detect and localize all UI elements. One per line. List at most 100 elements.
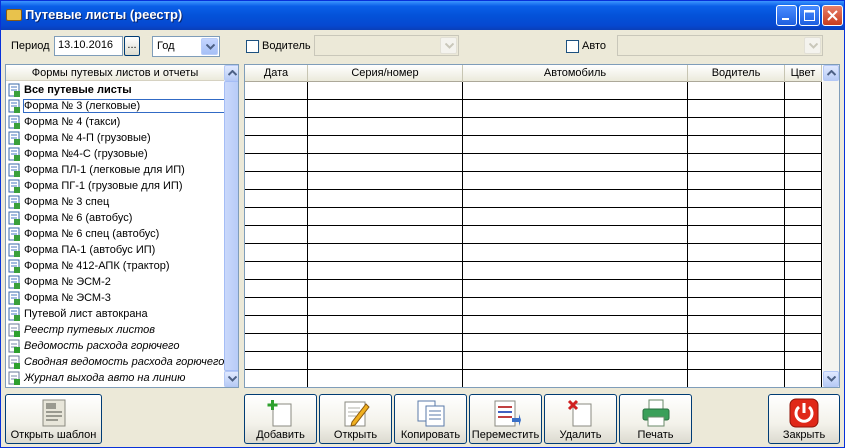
- forms-list-item[interactable]: Все путевые листы: [6, 82, 224, 98]
- forms-list-item[interactable]: Форма № ЭСМ-3: [6, 290, 224, 306]
- table-row[interactable]: [245, 118, 822, 136]
- forms-list-item-label: Форма ПЛ-1 (легковые для ИП): [24, 164, 185, 176]
- column-date[interactable]: Дата: [245, 65, 308, 82]
- forms-list-item-label: Форма № 4 (такси): [24, 116, 121, 128]
- chevron-down-icon[interactable]: [201, 38, 218, 55]
- form-document-icon: [8, 243, 20, 257]
- grid-column-line: [307, 82, 308, 387]
- template-icon: [42, 399, 65, 427]
- forms-list-item[interactable]: Путевой лист автокрана: [6, 306, 224, 322]
- table-row[interactable]: [245, 334, 822, 352]
- add-button[interactable]: Добавить: [244, 394, 317, 444]
- date-picker-button[interactable]: ...: [124, 36, 140, 56]
- delete-button[interactable]: Удалить: [544, 394, 617, 444]
- forms-list-item[interactable]: Форма № 6 спец (автобус): [6, 226, 224, 242]
- open-template-button[interactable]: Открыть шаблон: [5, 394, 102, 444]
- chevron-down-icon[interactable]: [804, 37, 821, 54]
- auto-checkbox[interactable]: [566, 40, 579, 53]
- chevron-down-icon[interactable]: [440, 37, 457, 54]
- forms-list-item[interactable]: Форма ПА-1 (автобус ИП): [6, 242, 224, 258]
- print-button[interactable]: Печать: [619, 394, 692, 444]
- table-row[interactable]: [245, 208, 822, 226]
- forms-list-item[interactable]: Форма № 6 (автобус): [6, 210, 224, 226]
- forms-list-item[interactable]: Форма ПЛ-1 (легковые для ИП): [6, 162, 224, 178]
- forms-list-item[interactable]: Форма ПГ-1 (грузовые для ИП): [6, 178, 224, 194]
- forms-list-item-label: Форма №4-С (грузовые): [24, 148, 148, 160]
- minimize-icon: [782, 18, 789, 20]
- column-color[interactable]: Цвет: [785, 65, 822, 82]
- table-row[interactable]: [245, 100, 822, 118]
- forms-list-item[interactable]: Сводная ведомость расхода горючего: [6, 354, 224, 370]
- forms-list-item[interactable]: Форма № 3 спец: [6, 194, 224, 210]
- scroll-up-button[interactable]: [224, 65, 238, 81]
- forms-list-item[interactable]: Реестр путевых листов: [6, 322, 224, 338]
- table-row[interactable]: [245, 154, 822, 172]
- forms-list-item[interactable]: Форма № 4-П (грузовые): [6, 130, 224, 146]
- scroll-down-button[interactable]: [823, 371, 839, 387]
- forms-list-item-label: Форма № 6 спец (автобус): [24, 228, 160, 240]
- form-document-icon: [8, 131, 20, 145]
- period-label: Период: [11, 40, 50, 52]
- forms-list-item[interactable]: Форма №4-С (грузовые): [6, 146, 224, 162]
- chevron-down-icon: [228, 376, 237, 382]
- title-bar[interactable]: Путевые листы (реестр): [1, 1, 844, 30]
- driver-select[interactable]: [314, 35, 459, 56]
- forms-list-item[interactable]: Форма № 4 (такси): [6, 114, 224, 130]
- form-document-icon: [8, 163, 20, 177]
- table-row[interactable]: [245, 316, 822, 334]
- table-row[interactable]: [245, 244, 822, 262]
- table-row[interactable]: [245, 190, 822, 208]
- move-button[interactable]: Переместить: [469, 394, 542, 444]
- driver-checkbox[interactable]: [246, 40, 259, 53]
- scroll-up-button[interactable]: [823, 65, 839, 81]
- table-row[interactable]: [245, 82, 822, 100]
- close-label: Закрыть: [782, 429, 826, 441]
- add-document-icon: [267, 400, 291, 427]
- scroll-thumb[interactable]: [224, 81, 238, 371]
- chevron-down-icon: [827, 376, 836, 382]
- forms-list-item[interactable]: Журнал выхода авто на линию: [6, 370, 224, 386]
- table-row[interactable]: [245, 370, 822, 387]
- close-button[interactable]: Закрыть: [768, 394, 840, 444]
- grid-column-line: [462, 82, 463, 387]
- open-template-label: Открыть шаблон: [10, 429, 97, 441]
- forms-list-item-label: Форма № 4-П (грузовые): [24, 132, 151, 144]
- grid-scrollbar[interactable]: [823, 65, 839, 387]
- forms-list-item[interactable]: Форма № 3 (легковые): [6, 98, 224, 114]
- forms-list-item-label: Форма ПА-1 (автобус ИП): [24, 244, 156, 256]
- table-row[interactable]: [245, 136, 822, 154]
- form-document-icon: [8, 83, 20, 97]
- forms-list-item-label: Форма № ЭСМ-2: [24, 276, 111, 288]
- copy-button[interactable]: Копировать: [394, 394, 467, 444]
- forms-list: Все путевые листы Форма № 3 (легковые) Фор…: [6, 82, 224, 386]
- column-vehicle[interactable]: Автомобиль: [463, 65, 688, 82]
- forms-list-scrollbar[interactable]: [224, 65, 238, 387]
- copy-icon: [417, 400, 444, 427]
- forms-list-item[interactable]: Ведомость расхода горючего: [6, 338, 224, 354]
- table-row[interactable]: [245, 298, 822, 316]
- close-window-button[interactable]: [822, 5, 843, 26]
- forms-list-item[interactable]: Форма № ЭСМ-2: [6, 274, 224, 290]
- date-input[interactable]: 13.10.2016: [54, 36, 123, 56]
- printer-icon: [642, 399, 669, 427]
- open-button[interactable]: Открыть: [319, 394, 392, 444]
- period-type-select[interactable]: Год: [152, 36, 220, 57]
- window-title: Путевые листы (реестр): [25, 7, 183, 22]
- column-driver[interactable]: Водитель: [688, 65, 785, 82]
- forms-list-item-label: Форма № 3 (легковые): [22, 99, 224, 113]
- table-row[interactable]: [245, 262, 822, 280]
- forms-list-item-label: Форма № 412-АПК (трактор): [24, 260, 170, 272]
- auto-select[interactable]: [617, 35, 823, 56]
- table-row[interactable]: [245, 172, 822, 190]
- minimize-button[interactable]: [776, 5, 797, 26]
- report-icon: [8, 339, 20, 353]
- add-label: Добавить: [256, 429, 305, 441]
- column-series-number[interactable]: Серия/номер: [308, 65, 463, 82]
- table-row[interactable]: [245, 352, 822, 370]
- table-row[interactable]: [245, 280, 822, 298]
- grid-column-line: [687, 82, 688, 387]
- forms-list-item[interactable]: Форма № 412-АПК (трактор): [6, 258, 224, 274]
- maximize-button[interactable]: [799, 5, 820, 26]
- scroll-down-button[interactable]: [224, 371, 238, 387]
- table-row[interactable]: [245, 226, 822, 244]
